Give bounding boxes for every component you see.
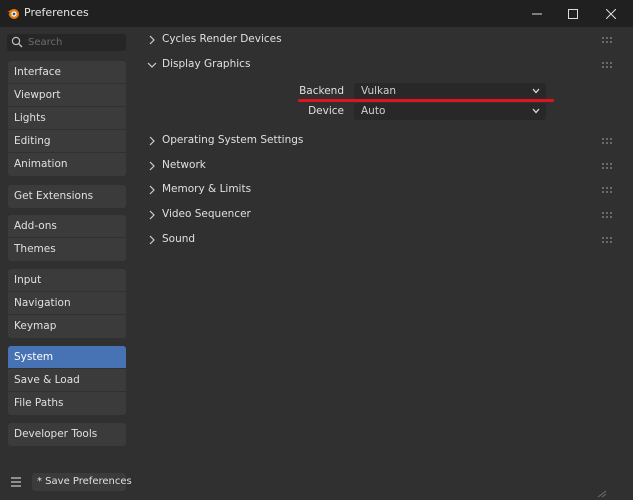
section-label: Display Graphics: [162, 58, 251, 70]
sidebar-item-file-paths[interactable]: File Paths: [8, 392, 126, 415]
chevron-right-icon: [149, 235, 155, 245]
section-cycles-render-devices[interactable]: Cycles Render Devices: [132, 30, 622, 50]
sidebar-item-system[interactable]: System: [8, 346, 126, 369]
section-memory-limits[interactable]: Memory & Limits: [132, 180, 622, 200]
drag-handle-icon[interactable]: [602, 187, 612, 193]
sidebar-item-animation[interactable]: Animation: [8, 153, 126, 176]
search-box[interactable]: [7, 34, 126, 51]
save-preferences-button[interactable]: * Save Preferences: [32, 473, 132, 491]
backend-label: Backend: [299, 85, 344, 97]
sidebar-item-navigation[interactable]: Navigation: [8, 292, 126, 315]
device-dropdown[interactable]: Auto: [354, 103, 546, 120]
nav-group-input: Input Navigation Keymap: [8, 269, 126, 338]
device-row: Device Auto: [132, 103, 622, 121]
search-icon: [11, 36, 23, 48]
backend-value: Vulkan: [361, 85, 397, 97]
chevron-right-icon: [149, 210, 155, 220]
nav-group-general: Interface Viewport Lights Editing Animat…: [8, 61, 126, 176]
nav-group-addons: Add-ons Themes: [8, 215, 126, 261]
drag-handle-icon[interactable]: [602, 37, 612, 43]
chevron-right-icon: [149, 161, 155, 171]
drag-handle-icon[interactable]: [602, 237, 612, 243]
device-label: Device: [308, 105, 344, 117]
drag-handle-icon[interactable]: [602, 62, 612, 68]
close-icon: [606, 8, 616, 19]
section-operating-system-settings[interactable]: Operating System Settings: [132, 131, 622, 151]
hamburger-menu-icon[interactable]: [8, 474, 24, 490]
sidebar-item-keymap[interactable]: Keymap: [8, 315, 126, 338]
backend-dropdown[interactable]: Vulkan: [354, 83, 546, 100]
chevron-down-icon: [532, 108, 540, 114]
section-label: Operating System Settings: [162, 134, 304, 146]
section-network[interactable]: Network: [132, 156, 622, 176]
maximize-button[interactable]: [554, 0, 592, 27]
section-label: Cycles Render Devices: [162, 33, 282, 45]
chevron-down-icon: [532, 88, 540, 94]
nav-group-developer: Developer Tools: [8, 423, 126, 446]
sidebar-item-editing[interactable]: Editing: [8, 130, 126, 153]
section-label: Memory & Limits: [162, 183, 252, 195]
sidebar-item-input[interactable]: Input: [8, 269, 126, 292]
main-panel: Cycles Render Devices Display Graphics B…: [132, 27, 633, 500]
blender-logo-icon: [7, 9, 19, 19]
chevron-right-icon: [149, 185, 155, 195]
drag-handle-icon[interactable]: [602, 138, 612, 144]
section-label: Video Sequencer: [162, 208, 251, 220]
device-value: Auto: [361, 105, 386, 117]
drag-handle-icon[interactable]: [602, 212, 612, 218]
nav-group-system: System Save & Load File Paths: [8, 346, 126, 415]
section-sound[interactable]: Sound: [132, 230, 622, 250]
chevron-right-icon: [149, 136, 155, 146]
search-input[interactable]: [28, 34, 122, 51]
sidebar-item-save-load[interactable]: Save & Load: [8, 369, 126, 392]
highlight-underline: [298, 99, 554, 102]
section-label: Network: [162, 159, 206, 171]
sidebar: Interface Viewport Lights Editing Animat…: [0, 27, 132, 500]
drag-handle-icon[interactable]: [602, 163, 612, 169]
chevron-right-icon: [149, 35, 155, 45]
nav-group-extensions: Get Extensions: [8, 185, 126, 208]
preferences-window: Preferences Interfac: [0, 0, 633, 500]
resize-grip-icon[interactable]: [597, 490, 607, 498]
close-button[interactable]: [592, 0, 630, 27]
sidebar-item-interface[interactable]: Interface: [8, 61, 126, 84]
section-label: Sound: [162, 233, 196, 245]
sidebar-item-developer-tools[interactable]: Developer Tools: [8, 423, 126, 446]
sidebar-item-themes[interactable]: Themes: [8, 238, 126, 261]
window-title: Preferences: [24, 6, 89, 19]
minimize-button[interactable]: [518, 0, 556, 27]
sidebar-item-add-ons[interactable]: Add-ons: [8, 215, 126, 238]
section-video-sequencer[interactable]: Video Sequencer: [132, 205, 622, 225]
sidebar-item-get-extensions[interactable]: Get Extensions: [8, 185, 126, 208]
minimize-icon: [532, 13, 542, 14]
maximize-icon: [568, 8, 578, 19]
sidebar-item-viewport[interactable]: Viewport: [8, 84, 126, 107]
section-display-graphics[interactable]: Display Graphics: [132, 55, 622, 75]
chevron-down-icon: [147, 62, 157, 68]
title-bar[interactable]: Preferences: [0, 0, 633, 27]
sidebar-item-lights[interactable]: Lights: [8, 107, 126, 130]
